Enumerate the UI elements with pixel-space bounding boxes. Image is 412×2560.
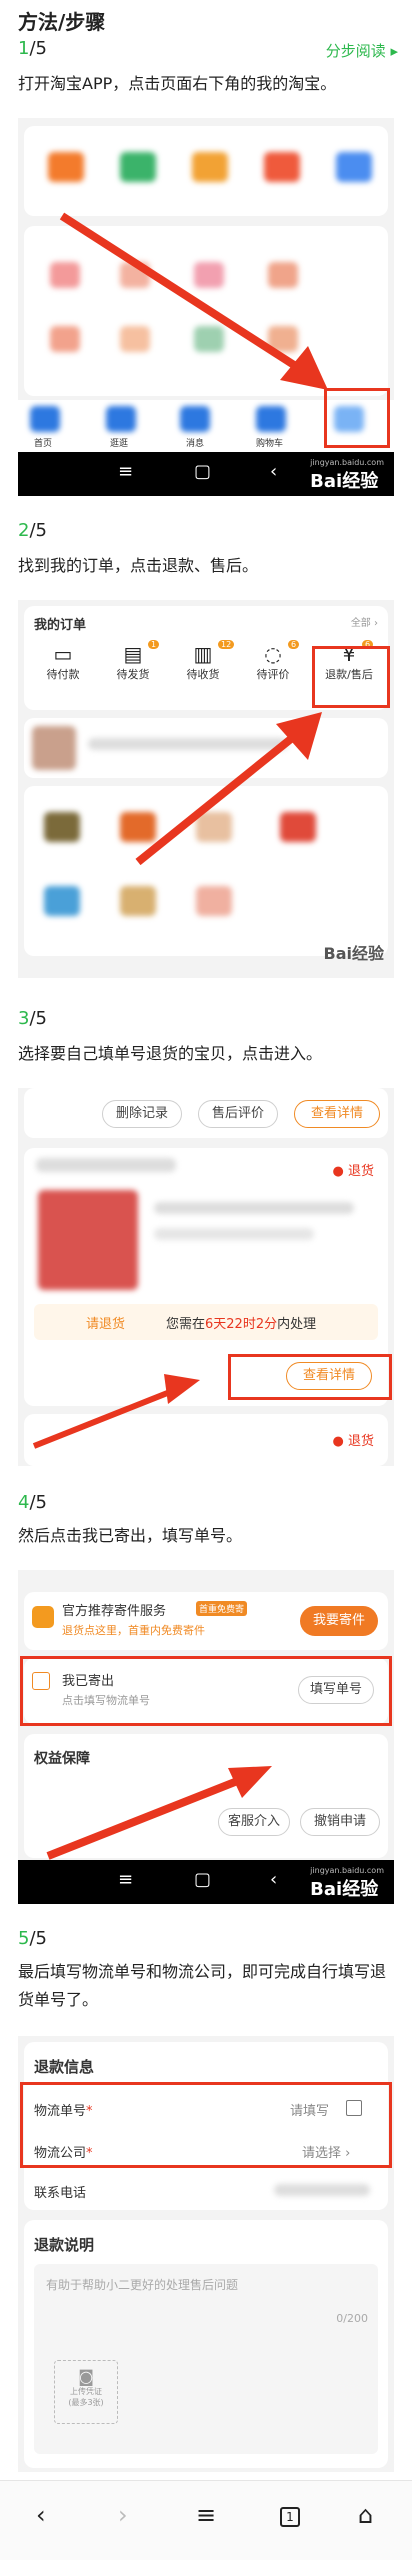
screenshot-step4: 官方推荐寄件服务 首重免费寄 退货点这里，首重内免费寄件 我要寄件 我已寄出 点… — [18, 1570, 394, 1904]
view-detail-button[interactable]: 查看详情 — [294, 1100, 380, 1128]
system-nav-bar: ≡ ▢ ‹ Bai经验 jingyan.baidu.com — [18, 1860, 394, 1904]
customer-service-button[interactable]: 客服介入 — [218, 1808, 290, 1836]
delete-record-button[interactable]: 删除记录 — [102, 1100, 182, 1128]
orders-all-link[interactable]: 全部 › — [351, 614, 378, 629]
screenshot-step2: 我的订单 全部 › ▭ 待付款 ▤ 待发货 ▥ 待收货 ◌ 待评价 ¥ 退款/售后 1 1… — [18, 600, 394, 978]
refund-status: ● 退货 — [332, 1164, 375, 1179]
square-icon: ▢ — [194, 1869, 212, 1890]
order-pending-ship[interactable]: ▤ 待发货 — [98, 642, 168, 682]
upload-proof-button[interactable]: ◙ 上传凭证 (最多3张) — [54, 2360, 118, 2424]
baidu-jingyan-logo: Bai经验 jingyan.baidu.com — [310, 1866, 384, 1900]
tab-messages[interactable]: 消息 — [186, 436, 204, 449]
baidu-jingyan-logo: Bai经验 — [323, 944, 384, 963]
step-text: 选择要自己填单号退货的宝贝，点击进入。 — [18, 1044, 323, 1063]
forward-icon[interactable]: › — [118, 2501, 128, 2529]
blurred-grid — [24, 786, 388, 956]
menu-icon[interactable]: ≡ — [196, 2501, 216, 2529]
blurred-card — [24, 226, 388, 396]
baidu-jingyan-logo: Bai经验 jingyan.baidu.com — [310, 458, 384, 492]
refund-notice: 请退货 您需在6天22时2分内处理 — [34, 1304, 378, 1340]
step-text: 然后点击我已寄出，填写单号。 — [18, 1526, 243, 1545]
camera-icon: ◙ — [78, 2367, 94, 2386]
page-title: 方法/步骤 — [18, 10, 106, 34]
tab-home[interactable]: 首页 — [34, 436, 52, 449]
order-actions: 删除记录 售后评价 查看详情 — [24, 1088, 388, 1138]
step-read-toggle[interactable]: 分步阅读 ▸ — [326, 40, 398, 61]
menu-icon: ≡ — [118, 1869, 134, 1890]
step-text: 打开淘宝APP，点击页面右下角的我的淘宝。 — [18, 74, 337, 93]
step-number: 2/5 — [18, 520, 47, 541]
order-pending-review[interactable]: ◌ 待评价 — [238, 642, 308, 682]
screenshot-step5: 退款信息 物流单号* 请填写 物流公司* 请选择 › 联系电话 退款说明 有助于… — [18, 2036, 394, 2472]
screenshot-step1: 首页 逛逛 消息 购物车 ≡ ▢ ‹ Bai经验 jingyan.baidu.com — [18, 118, 394, 496]
rights-card: 权益保障 客服介入 撤销申请 — [24, 1734, 388, 1858]
highlight-logistics-fields — [20, 2082, 392, 2168]
step-number: 3/5 — [18, 1008, 47, 1029]
highlight-view-detail — [228, 1354, 392, 1400]
square-icon: ▢ — [194, 461, 212, 482]
package-icon — [32, 1606, 54, 1628]
step-number: 1/5 — [18, 38, 47, 59]
home-icon[interactable]: ⌂ — [358, 2501, 373, 2529]
cancel-request-button[interactable]: 撤销申请 — [300, 1808, 380, 1836]
blurred-row — [24, 718, 388, 778]
tab-cart[interactable]: 购物车 — [256, 436, 283, 449]
back-icon: ‹ — [270, 461, 278, 482]
blurred-card — [24, 126, 388, 216]
orders-title: 我的订单 — [34, 618, 87, 633]
step-text: 找到我的订单，点击退款、售后。 — [18, 556, 259, 575]
explain-textarea[interactable]: 有助于帮助小二更好的处理售后问题 0/200 ◙ 上传凭证 (最多3张) — [34, 2264, 378, 2454]
tab-guang[interactable]: 逛逛 — [110, 436, 128, 449]
back-icon[interactable]: ‹ — [36, 2501, 46, 2529]
next-order-card: ● 退货 — [24, 1414, 388, 1466]
badge: 1 — [148, 640, 160, 649]
aftersale-review-button[interactable]: 售后评价 — [198, 1100, 278, 1128]
highlight-already-shipped — [20, 1656, 392, 1726]
badge: 12 — [218, 640, 235, 649]
screenshot-step3: 删除记录 售后评价 查看详情 ● 退货 请退货 您需在6天22时2分内处理 查看… — [18, 1088, 394, 1466]
system-nav-bar: ≡ ▢ ‹ Bai经验 jingyan.baidu.com — [18, 452, 394, 496]
send-parcel-button[interactable]: 我要寄件 — [300, 1606, 378, 1636]
refund-explain-card: 退款说明 有助于帮助小二更好的处理售后问题 0/200 ◙ 上传凭证 (最多3张… — [24, 2220, 388, 2468]
tabs-icon[interactable]: 1 — [280, 2507, 300, 2527]
menu-icon: ≡ — [118, 461, 134, 482]
step-text: 最后填写物流单号和物流公司，即可完成自行填写退货单号了。 — [18, 1962, 387, 2009]
order-pending-pay[interactable]: ▭ 待付款 — [28, 642, 98, 682]
back-icon: ‹ — [270, 1869, 278, 1890]
shipping-service-card: 官方推荐寄件服务 首重免费寄 退货点这里，首重内免费寄件 我要寄件 — [24, 1592, 388, 1650]
highlight-my-taobao — [324, 388, 390, 448]
step-number: 4/5 — [18, 1492, 47, 1513]
step-number: 5/5 — [18, 1928, 47, 1949]
highlight-refund — [312, 646, 390, 708]
badge: 6 — [288, 640, 300, 649]
browser-nav-bar: ‹ › ≡ 1 ⌂ — [0, 2480, 412, 2560]
